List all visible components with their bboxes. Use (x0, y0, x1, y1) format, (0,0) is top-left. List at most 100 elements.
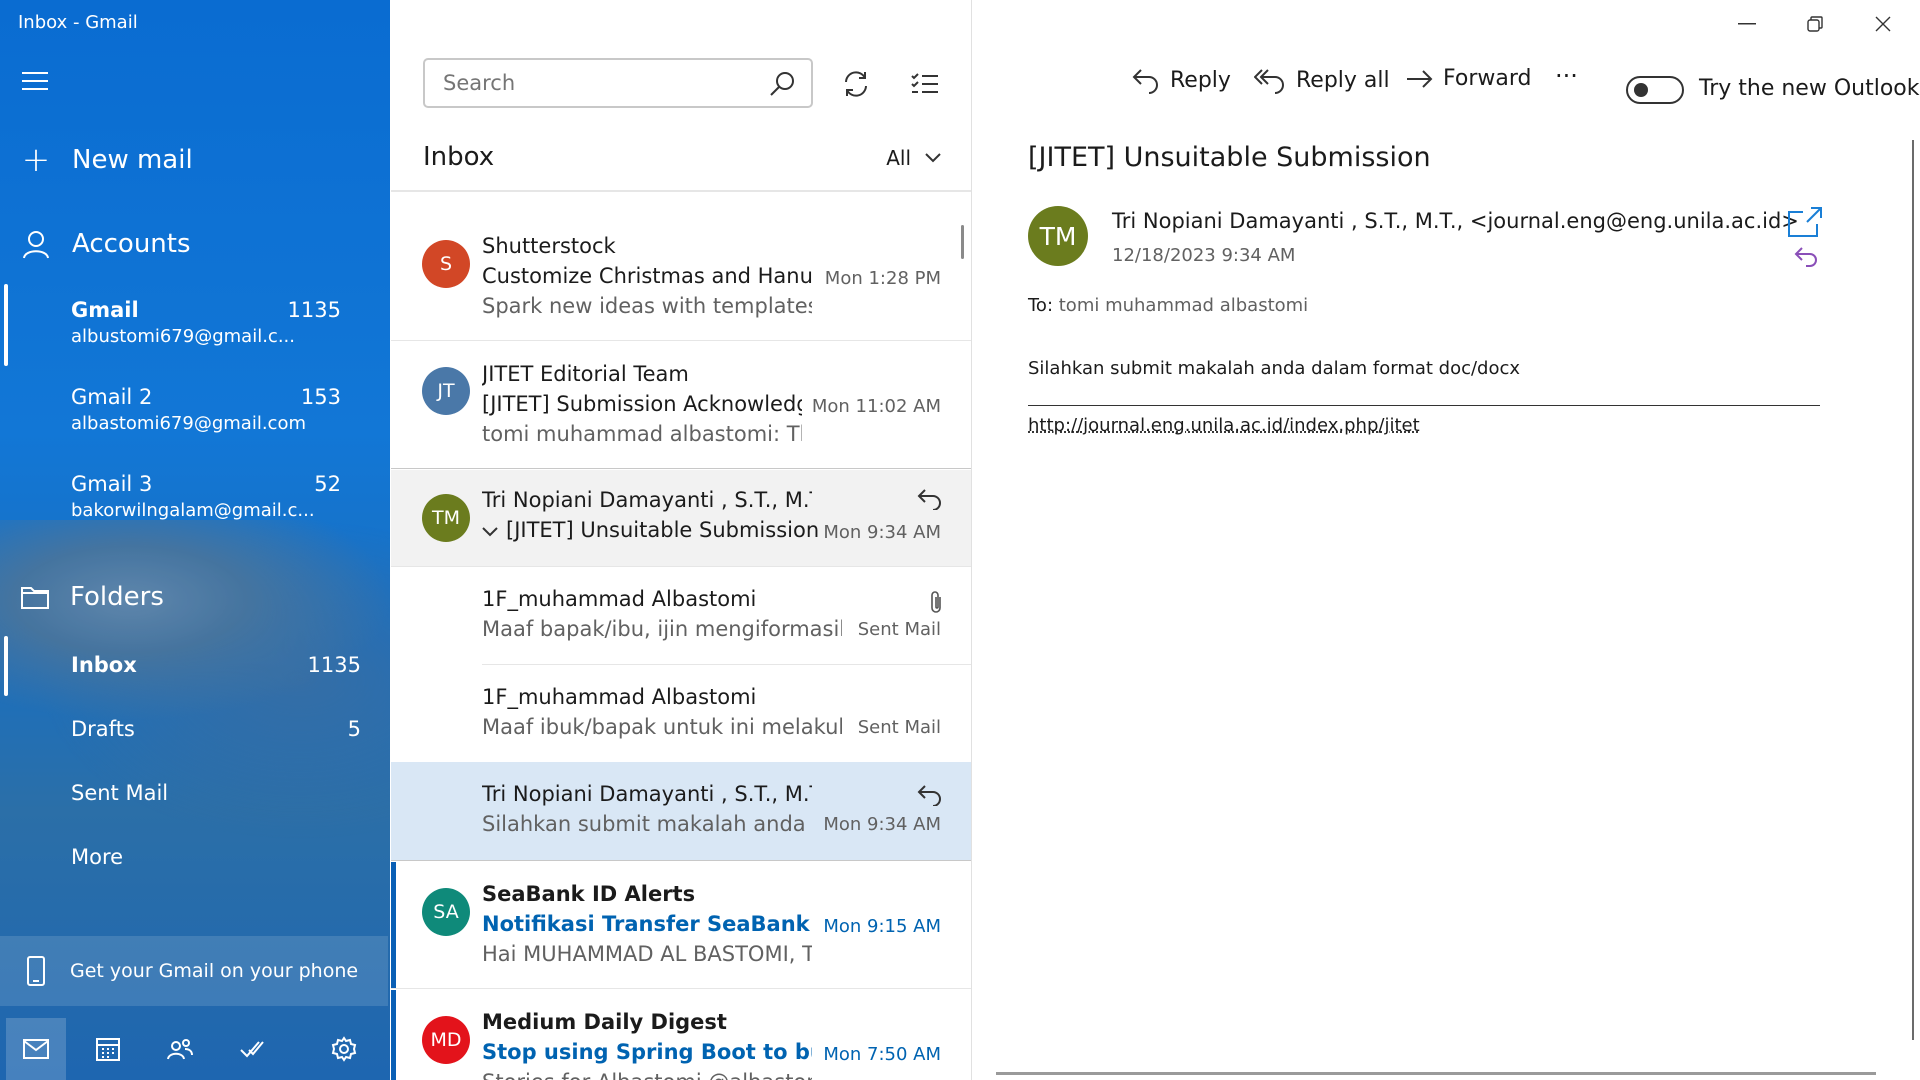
message-item[interactable]: S Shutterstock Customize Christmas and H… (391, 214, 971, 340)
unread-count: 52 (314, 472, 341, 496)
horizontal-scrollbar[interactable] (996, 1072, 1876, 1075)
thread-item[interactable]: 1F_muhammad Albastomi Maaf bapak/ibu, ij… (391, 567, 971, 664)
phone-icon (27, 956, 45, 986)
new-mail-label: New mail (72, 145, 193, 175)
mail-switch-button[interactable] (6, 1018, 66, 1080)
folder-title: Inbox (423, 142, 495, 172)
folder-icon (21, 587, 49, 609)
message-preview: Stories for Albastomi @albastomi (482, 1070, 812, 1080)
sender-name[interactable]: Tri Nopiani Damayanti , S.T., M.T., <jou… (1112, 209, 1799, 233)
message-preview: tomi muhammad albastomi: Thank (482, 422, 802, 446)
message-sender: Shutterstock (482, 234, 616, 258)
expand-chevron-icon[interactable] (482, 526, 498, 538)
sender-avatar: MD (422, 1016, 470, 1064)
todo-icon (240, 1041, 264, 1058)
message-preview: Maaf bapak/ibu, ijin mengiformasikan (482, 617, 842, 641)
folders-header[interactable]: Folders (20, 582, 164, 612)
plus-icon: + (21, 140, 51, 180)
reply-all-button[interactable]: Reply all (1254, 66, 1390, 94)
folder-count: 5 (347, 717, 361, 741)
sync-button[interactable] (834, 62, 878, 106)
calendar-switch-button[interactable] (72, 1018, 144, 1080)
thread-item[interactable]: 1F_muhammad Albastomi Maaf ibuk/bapak un… (391, 665, 971, 761)
folder-drafts[interactable]: Drafts 5 (71, 717, 361, 741)
account-name: Gmail 2 (71, 385, 153, 409)
more-dots-icon: ··· (1555, 62, 1578, 90)
message-subject: Notifikasi Transfer SeaBank (482, 912, 810, 936)
selected-folder-indicator (4, 636, 8, 696)
message-time: Mon 11:02 AM (811, 396, 941, 417)
sender-avatar: JT (422, 367, 470, 415)
window-title: Inbox - Gmail (18, 12, 138, 33)
todo-switch-button[interactable] (216, 1018, 288, 1080)
recipient-name[interactable]: tomi muhammad albastomi (1059, 295, 1308, 316)
accounts-label: Accounts (72, 229, 191, 259)
filter-value: All (886, 146, 911, 170)
vertical-scrollbar[interactable] (1912, 140, 1914, 1040)
checklist-icon (911, 73, 938, 93)
new-outlook-label: Try the new Outlook (1699, 76, 1920, 101)
close-button[interactable] (1848, 0, 1918, 48)
accounts-header[interactable]: Accounts (20, 228, 191, 260)
hamburger-menu-button[interactable] (22, 72, 48, 92)
message-sender: 1F_muhammad Albastomi (482, 587, 757, 611)
sender-avatar: TM (422, 494, 470, 542)
message-folder: Sent Mail (857, 619, 941, 640)
folder-name: Sent Mail (71, 781, 169, 805)
divider (391, 988, 971, 989)
folder-sent-mail[interactable]: Sent Mail (71, 781, 361, 805)
message-time: Mon 1:28 PM (824, 268, 941, 289)
message-subject: [JITET] Submission Acknowledgement (482, 392, 802, 416)
thread-item-selected[interactable]: Tri Nopiani Damayanti , S.T., M.T., Sila… (391, 762, 971, 860)
restore-button[interactable] (1780, 0, 1850, 48)
forward-label: Forward (1443, 66, 1532, 91)
more-actions-button[interactable]: ··· (1555, 62, 1578, 90)
account-email: albustomi679@gmail.c... (71, 326, 295, 347)
restore-icon (1807, 16, 1823, 32)
navigation-pane: Inbox - Gmail + New mail Accounts Gmail 1… (0, 0, 390, 1080)
unread-count: 153 (300, 385, 341, 409)
minimize-button[interactable] (1712, 0, 1782, 48)
search-input[interactable] (441, 70, 765, 96)
divider (391, 468, 971, 469)
message-sender: SeaBank ID Alerts (482, 882, 696, 906)
message-item-unread[interactable]: SA SeaBank ID Alerts Notifikasi Transfer… (391, 862, 971, 988)
account-gmail-3[interactable]: Gmail 3 52 bakorwilngalam@gmail.c... (71, 472, 341, 521)
search-icon[interactable] (769, 70, 797, 98)
reply-button[interactable]: Reply (1132, 66, 1231, 94)
account-gmail-2[interactable]: Gmail 2 153 albastomi679@gmail.com (71, 385, 341, 434)
message-sender: Medium Daily Digest (482, 1010, 727, 1034)
reply-icon (1132, 69, 1158, 94)
conversation-header[interactable]: TM Tri Nopiani Damayanti , S.T., M.T., [… (391, 470, 971, 566)
new-outlook-toggle[interactable] (1626, 76, 1684, 104)
settings-icon (331, 1036, 357, 1062)
people-switch-button[interactable] (144, 1018, 216, 1080)
get-app-on-phone-button[interactable]: Get your Gmail on your phone (0, 936, 388, 1006)
folder-inbox[interactable]: Inbox 1135 (71, 653, 361, 677)
message-list-pane: Inbox All S Shutterstock Customize Chris… (391, 0, 972, 1080)
message-item-unread[interactable]: MD Medium Daily Digest Stop using Spring… (391, 990, 971, 1080)
list-divider (391, 190, 971, 192)
recipients-line: To: tomi muhammad albastomi (1028, 295, 1308, 316)
search-box[interactable] (423, 58, 813, 108)
journal-link[interactable]: http://journal.eng.unila.ac.id/index.php… (1028, 415, 1420, 436)
new-mail-button[interactable]: + New mail (20, 140, 193, 180)
folder-name: More (71, 845, 124, 869)
forward-button[interactable]: Forward (1405, 66, 1531, 91)
close-icon (1875, 16, 1891, 32)
replied-icon (917, 489, 941, 510)
message-sender: Tri Nopiani Damayanti , S.T., M.T., (482, 782, 812, 806)
message-subject: [JITET] Unsuitable Submission (506, 518, 820, 542)
message-sender: JITET Editorial Team (482, 362, 689, 386)
message-item[interactable]: JT JITET Editorial Team [JITET] Submissi… (391, 341, 971, 468)
replied-status-icon (1794, 247, 1817, 267)
forward-arrow-icon (1407, 69, 1433, 88)
selection-mode-button[interactable] (903, 62, 947, 106)
settings-button[interactable] (308, 1018, 380, 1080)
filter-dropdown[interactable]: All (886, 146, 941, 170)
open-in-new-window-icon[interactable] (1787, 206, 1823, 238)
sync-icon (845, 71, 867, 97)
folder-more[interactable]: More (71, 845, 361, 869)
message-preview: Maaf ibuk/bapak untuk ini melakukan (482, 715, 842, 739)
account-gmail[interactable]: Gmail 1135 albustomi679@gmail.c... (71, 298, 341, 347)
